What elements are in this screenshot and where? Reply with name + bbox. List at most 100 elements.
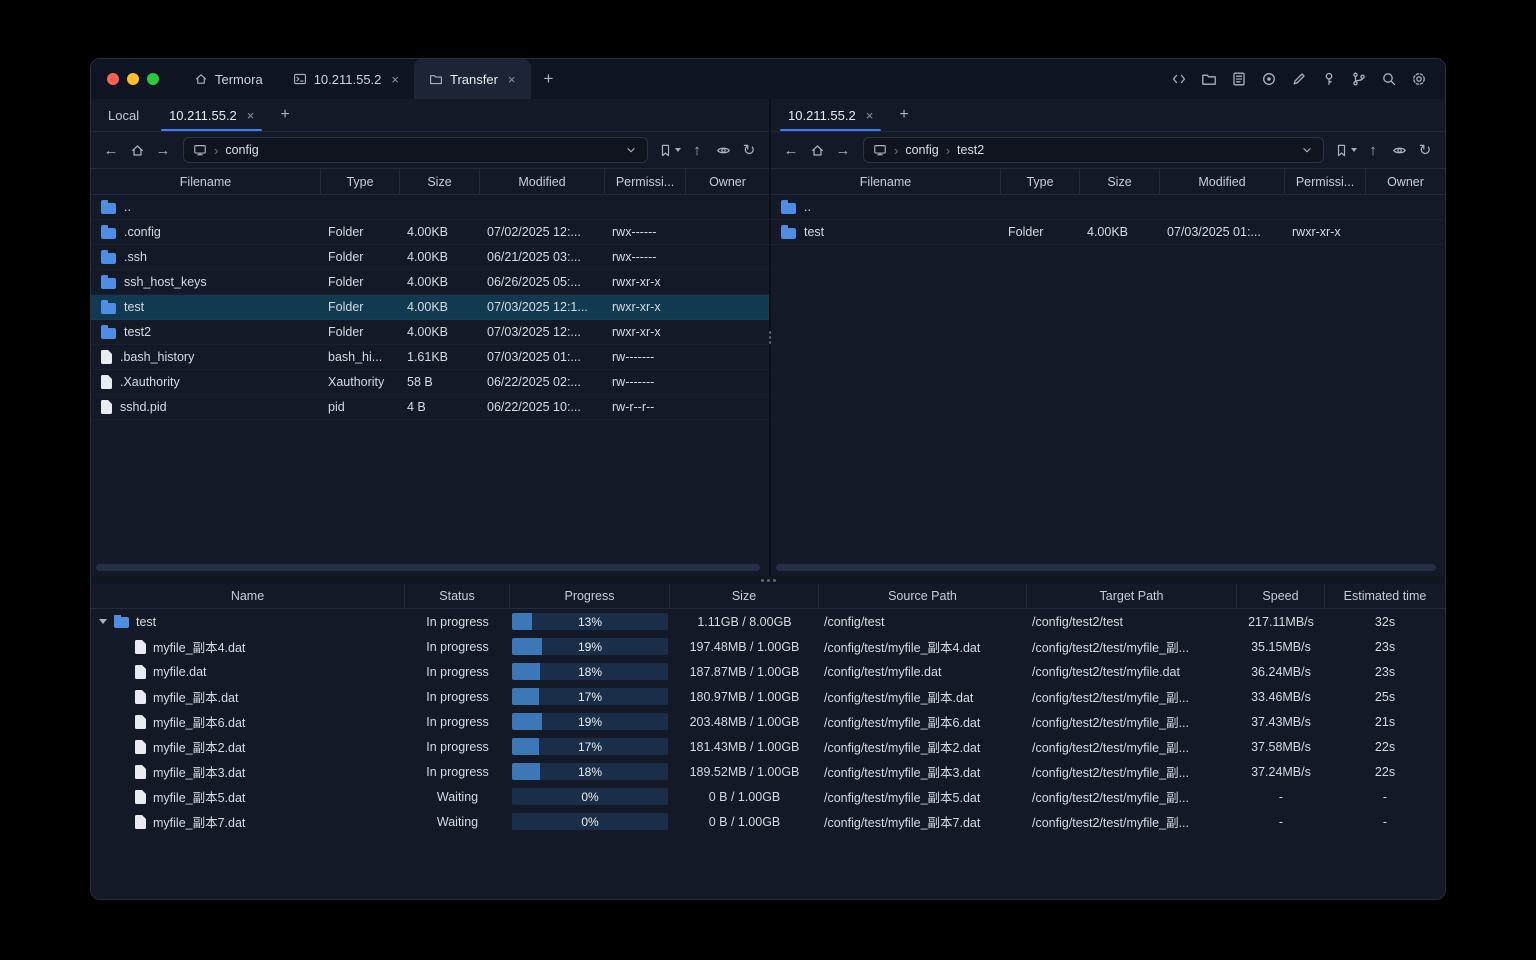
refresh-button[interactable]: ↻ bbox=[737, 138, 761, 162]
column-header[interactable]: Size bbox=[1080, 169, 1160, 194]
file-row-parent[interactable]: .. bbox=[771, 195, 1445, 220]
back-button[interactable]: ← bbox=[779, 138, 803, 162]
file-row[interactable]: .config Folder 4.00KB 07/02/2025 12:... … bbox=[91, 220, 769, 245]
titlebar: Termora 10.211.55.2 × Transfer × + bbox=[91, 59, 1445, 99]
breadcrumb[interactable]: › config bbox=[183, 137, 648, 163]
log-icon[interactable] bbox=[1226, 67, 1251, 92]
transfer-row[interactable]: myfile_副本4.dat In progress 19% 197.48MB … bbox=[91, 634, 1445, 659]
column-header[interactable]: Source Path bbox=[819, 584, 1027, 608]
tab-transfer[interactable]: Transfer × bbox=[414, 59, 531, 99]
column-header[interactable]: Size bbox=[670, 584, 819, 608]
settings-icon[interactable] bbox=[1406, 67, 1431, 92]
transfer-row[interactable]: myfile_副本3.dat In progress 18% 189.52MB … bbox=[91, 759, 1445, 784]
file-icon bbox=[135, 764, 146, 779]
forward-button[interactable]: → bbox=[151, 138, 175, 162]
column-header[interactable]: Modified bbox=[480, 169, 605, 194]
file-row-selected[interactable]: test Folder 4.00KB 07/03/2025 12:1... rw… bbox=[91, 295, 769, 320]
transfer-name: test bbox=[136, 614, 157, 629]
file-row[interactable]: .ssh Folder 4.00KB 06/21/2025 03:... rwx… bbox=[91, 245, 769, 270]
close-tab-icon[interactable]: × bbox=[508, 72, 516, 87]
tab-terminal-session[interactable]: 10.211.55.2 × bbox=[278, 59, 414, 99]
minimize-window-button[interactable] bbox=[127, 73, 139, 85]
transfer-splitter[interactable] bbox=[91, 576, 1445, 584]
tab-remote-session[interactable]: 10.211.55.2 × bbox=[154, 99, 269, 131]
upload-button[interactable]: ↑ bbox=[1361, 138, 1385, 162]
chevron-down-icon[interactable] bbox=[1300, 143, 1314, 157]
branch-icon[interactable] bbox=[1346, 67, 1371, 92]
transfer-row[interactable]: myfile_副本2.dat In progress 17% 181.43MB … bbox=[91, 734, 1445, 759]
column-header[interactable]: Type bbox=[1001, 169, 1080, 194]
expand-chevron-icon[interactable] bbox=[99, 619, 107, 624]
key-icon[interactable] bbox=[1316, 67, 1341, 92]
column-header[interactable]: Name bbox=[91, 584, 405, 608]
column-header[interactable]: Type bbox=[321, 169, 400, 194]
transfer-row[interactable]: myfile_副本.dat In progress 17% 180.97MB /… bbox=[91, 684, 1445, 709]
file-row[interactable]: test2 Folder 4.00KB 07/03/2025 12:... rw… bbox=[91, 320, 769, 345]
add-panel-tab-button[interactable]: + bbox=[888, 99, 919, 131]
column-header[interactable]: Size bbox=[400, 169, 480, 194]
column-header[interactable]: Owner bbox=[686, 169, 769, 194]
file-row[interactable]: test Folder 4.00KB 07/03/2025 01:... rwx… bbox=[771, 220, 1445, 245]
record-icon[interactable] bbox=[1256, 67, 1281, 92]
column-header[interactable]: Owner bbox=[1366, 169, 1445, 194]
home-button[interactable] bbox=[805, 138, 829, 162]
file-row-parent[interactable]: .. bbox=[91, 195, 769, 220]
back-button[interactable]: ← bbox=[99, 138, 123, 162]
column-header[interactable]: Modified bbox=[1160, 169, 1285, 194]
close-tab-icon[interactable]: × bbox=[391, 72, 399, 87]
zoom-window-button[interactable] bbox=[147, 73, 159, 85]
search-icon[interactable] bbox=[1376, 67, 1401, 92]
breadcrumb[interactable]: › config › test2 bbox=[863, 137, 1324, 163]
column-header[interactable]: Filename bbox=[91, 169, 321, 194]
show-hidden-button[interactable] bbox=[1387, 138, 1411, 162]
home-button[interactable] bbox=[125, 138, 149, 162]
transfer-row[interactable]: myfile_副本5.dat Waiting 0% 0 B / 1.00GB /… bbox=[91, 784, 1445, 809]
show-hidden-button[interactable] bbox=[711, 138, 735, 162]
progress-label: 18% bbox=[577, 764, 603, 779]
column-header[interactable]: Permissi... bbox=[1285, 169, 1366, 194]
file-row[interactable]: ssh_host_keys Folder 4.00KB 06/26/2025 0… bbox=[91, 270, 769, 295]
bookmark-button[interactable] bbox=[1332, 143, 1359, 158]
forward-button[interactable]: → bbox=[831, 138, 855, 162]
horizontal-scrollbar[interactable] bbox=[96, 564, 760, 571]
column-header[interactable]: Filename bbox=[771, 169, 1001, 194]
column-header[interactable]: Status bbox=[405, 584, 510, 608]
file-icon bbox=[135, 714, 146, 729]
breadcrumb-segment[interactable]: config bbox=[225, 143, 258, 157]
column-header[interactable]: Estimated time bbox=[1325, 584, 1445, 608]
close-tab-icon[interactable]: × bbox=[247, 108, 255, 123]
horizontal-scrollbar[interactable] bbox=[776, 564, 1436, 571]
filename: .Xauthority bbox=[120, 375, 180, 389]
edit-icon[interactable] bbox=[1286, 67, 1311, 92]
breadcrumb-segment[interactable]: test2 bbox=[957, 143, 984, 157]
progress-fill bbox=[512, 613, 533, 630]
transfer-row[interactable]: myfile_副本6.dat In progress 19% 203.48MB … bbox=[91, 709, 1445, 734]
speed: 35.15MB/s bbox=[1251, 639, 1311, 654]
bookmark-button[interactable] bbox=[656, 143, 683, 158]
upload-button[interactable]: ↑ bbox=[685, 138, 709, 162]
breadcrumb-segment[interactable]: config bbox=[905, 143, 938, 157]
transfer-row[interactable]: myfile_副本7.dat Waiting 0% 0 B / 1.00GB /… bbox=[91, 809, 1445, 834]
file-row[interactable]: .bash_history bash_hi... 1.61KB 07/03/20… bbox=[91, 345, 769, 370]
target-path: /config/test2/test/myfile_副... bbox=[1032, 816, 1190, 830]
file-row[interactable]: .Xauthority Xauthority 58 B 06/22/2025 0… bbox=[91, 370, 769, 395]
close-tab-icon[interactable]: × bbox=[866, 108, 874, 123]
refresh-button[interactable]: ↻ bbox=[1413, 138, 1437, 162]
folder-icon[interactable] bbox=[1196, 67, 1221, 92]
column-header[interactable]: Progress bbox=[510, 584, 670, 608]
file-row[interactable]: sshd.pid pid 4 B 06/22/2025 10:... rw-r-… bbox=[91, 395, 769, 420]
code-icon[interactable] bbox=[1166, 67, 1191, 92]
close-window-button[interactable] bbox=[107, 73, 119, 85]
column-header[interactable]: Target Path bbox=[1027, 584, 1237, 608]
transfer-row[interactable]: myfile.dat In progress 18% 187.87MB / 1.… bbox=[91, 659, 1445, 684]
chevron-down-icon[interactable] bbox=[624, 143, 638, 157]
tab-label: Local bbox=[108, 107, 140, 123]
column-header[interactable]: Speed bbox=[1237, 584, 1325, 608]
transfer-row[interactable]: test In progress 13% 1.11GB / 8.00GB /co… bbox=[91, 609, 1445, 634]
tab-local[interactable]: Local bbox=[93, 99, 154, 131]
tab-termora[interactable]: Termora bbox=[179, 59, 278, 99]
add-panel-tab-button[interactable]: + bbox=[269, 99, 300, 131]
new-tab-button[interactable]: + bbox=[531, 59, 567, 99]
column-header[interactable]: Permissi... bbox=[605, 169, 686, 194]
tab-remote-session[interactable]: 10.211.55.2 × bbox=[773, 99, 888, 131]
